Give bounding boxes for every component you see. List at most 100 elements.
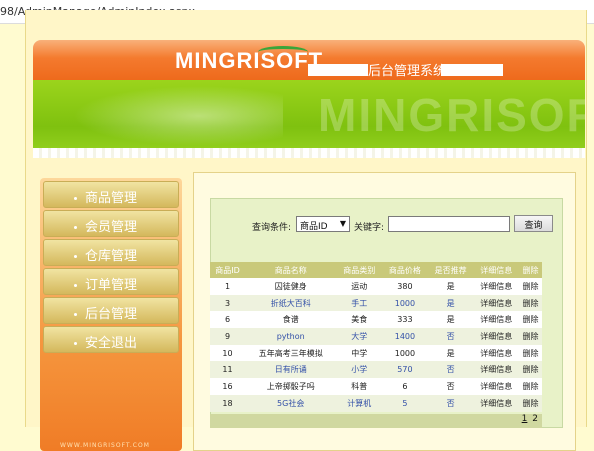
col-header: 商品类别 — [336, 262, 383, 278]
cell-recommend: 是 — [427, 311, 474, 329]
cell-name: 五年高考三年模拟 — [245, 344, 337, 362]
cell-category: 小学 — [336, 361, 383, 379]
cell-recommend: 否 — [427, 328, 474, 345]
redaction-right — [441, 64, 503, 76]
col-header: 删除 — [519, 262, 542, 278]
table-row: 16 上帝掷骰子吗 科普 6 否 详细信息 删除 — [210, 378, 542, 395]
detail-link[interactable]: 详细信息 — [473, 394, 520, 412]
cell-name: 5G社会 — [245, 394, 337, 412]
delete-link[interactable]: 删除 — [519, 344, 542, 362]
bullet-icon — [74, 342, 77, 345]
cell-id: 1 — [210, 278, 246, 295]
banner-watermark: MINGRISOFT — [318, 89, 585, 141]
delete-link[interactable]: 删除 — [519, 378, 542, 395]
keyword-input[interactable] — [388, 216, 510, 232]
detail-link[interactable]: 详细信息 — [473, 378, 520, 395]
cell-recommend: 否 — [427, 394, 474, 412]
cell-name: 折纸大百科 — [245, 294, 337, 312]
detail-link[interactable]: 详细信息 — [473, 311, 520, 329]
detail-link[interactable]: 详细信息 — [473, 294, 520, 312]
cell-id: 6 — [210, 311, 246, 329]
cell-category: 大学 — [336, 328, 383, 345]
bullet-icon — [74, 284, 77, 287]
system-title: 后台管理系统 — [368, 64, 447, 79]
condition-select[interactable]: 商品ID ▼ — [296, 216, 350, 232]
cell-id: 10 — [210, 344, 246, 362]
sidebar-item-members[interactable]: 会员管理 — [43, 210, 179, 237]
col-header: 商品ID — [210, 262, 246, 278]
table-row: 3 折纸大百科 手工 1000 是 详细信息 删除 — [210, 294, 542, 312]
cell-name: python — [245, 328, 337, 345]
cell-id: 9 — [210, 328, 246, 345]
cell-recommend: 是 — [427, 344, 474, 362]
col-header: 商品名称 — [245, 262, 337, 278]
cell-name: 囚徒健身 — [245, 278, 337, 295]
delete-link[interactable]: 删除 — [519, 294, 542, 312]
cell-id: 16 — [210, 378, 246, 395]
delete-link[interactable]: 删除 — [519, 361, 542, 379]
cell-price: 570 — [382, 361, 428, 379]
sidebar-item-orders[interactable]: 订单管理 — [43, 268, 179, 295]
keyword-label: 关键字: — [354, 223, 385, 233]
cell-category: 手工 — [336, 294, 383, 312]
sidebar-item-admin[interactable]: 后台管理 — [43, 297, 179, 324]
cell-category: 美食 — [336, 311, 383, 329]
cell-category: 科普 — [336, 378, 383, 395]
search-button[interactable]: 查询 — [514, 215, 553, 232]
table-row: 1 囚徒健身 运动 380 是 详细信息 删除 — [210, 278, 542, 295]
detail-link[interactable]: 详细信息 — [473, 328, 520, 345]
sidebar-item-products[interactable]: 商品管理 — [43, 181, 179, 208]
cell-price: 5 — [382, 394, 428, 412]
cell-id: 3 — [210, 294, 246, 312]
col-header: 商品价格 — [382, 262, 428, 278]
delete-link[interactable]: 删除 — [519, 328, 542, 345]
page-link-2[interactable]: 2 — [532, 414, 538, 424]
sidebar: 商品管理 会员管理 仓库管理 订单管理 后台管理 安全退出 WWW.MINGRI… — [40, 178, 182, 451]
cell-price: 380 — [382, 278, 428, 295]
sidebar-item-warehouse[interactable]: 仓库管理 — [43, 239, 179, 266]
col-header: 是否推荐 — [427, 262, 474, 278]
header-banner: MINGRISOFT 后台管理系统 MINGRISOFT — [33, 40, 585, 158]
cell-price: 1400 — [382, 328, 428, 345]
cell-name: 上帝掷骰子吗 — [245, 378, 337, 395]
pager: 1 2 — [210, 414, 542, 428]
logo-swoosh-icon — [258, 46, 308, 58]
condition-label: 查询条件: — [252, 223, 292, 233]
table-header-row: 商品ID 商品名称 商品类别 商品价格 是否推荐 详细信息 删除 — [210, 262, 542, 278]
cell-category: 中学 — [336, 344, 383, 362]
cell-recommend: 否 — [427, 361, 474, 379]
banner-stripe — [33, 148, 585, 158]
sidebar-item-logout[interactable]: 安全退出 — [43, 326, 179, 353]
cell-category: 运动 — [336, 278, 383, 295]
cell-price: 6 — [382, 378, 428, 395]
condition-select-value: 商品ID — [300, 222, 328, 232]
table-row: 11 日有所诵 小学 570 否 详细信息 删除 — [210, 361, 542, 379]
delete-link[interactable]: 删除 — [519, 311, 542, 329]
detail-link[interactable]: 详细信息 — [473, 361, 520, 379]
bullet-icon — [74, 197, 77, 200]
redaction-left — [308, 64, 368, 76]
cell-id: 11 — [210, 361, 246, 379]
bullet-icon — [74, 255, 77, 258]
detail-link[interactable]: 详细信息 — [473, 344, 520, 362]
table-row: 6 食谱 美食 333 是 详细信息 删除 — [210, 311, 542, 329]
hand-image — [73, 86, 283, 146]
table-row: 18 5G社会 计算机 5 否 详细信息 删除 — [210, 394, 542, 412]
bullet-icon — [74, 226, 77, 229]
delete-link[interactable]: 删除 — [519, 278, 542, 295]
product-table: 商品ID 商品名称 商品类别 商品价格 是否推荐 详细信息 删除 1 囚徒健身 … — [210, 262, 542, 412]
page-link-1[interactable]: 1 — [522, 414, 528, 424]
cell-id: 18 — [210, 394, 246, 412]
cell-recommend: 是 — [427, 278, 474, 295]
dropdown-arrow-icon: ▼ — [339, 219, 346, 228]
delete-link[interactable]: 删除 — [519, 394, 542, 412]
cell-price: 1000 — [382, 294, 428, 312]
detail-link[interactable]: 详细信息 — [473, 278, 520, 295]
cell-price: 1000 — [382, 344, 428, 362]
cell-recommend: 否 — [427, 378, 474, 395]
cell-price: 333 — [382, 311, 428, 329]
col-header: 详细信息 — [473, 262, 520, 278]
table-row: 10 五年高考三年模拟 中学 1000 是 详细信息 删除 — [210, 344, 542, 362]
cell-name: 食谱 — [245, 311, 337, 329]
bullet-icon — [74, 313, 77, 316]
